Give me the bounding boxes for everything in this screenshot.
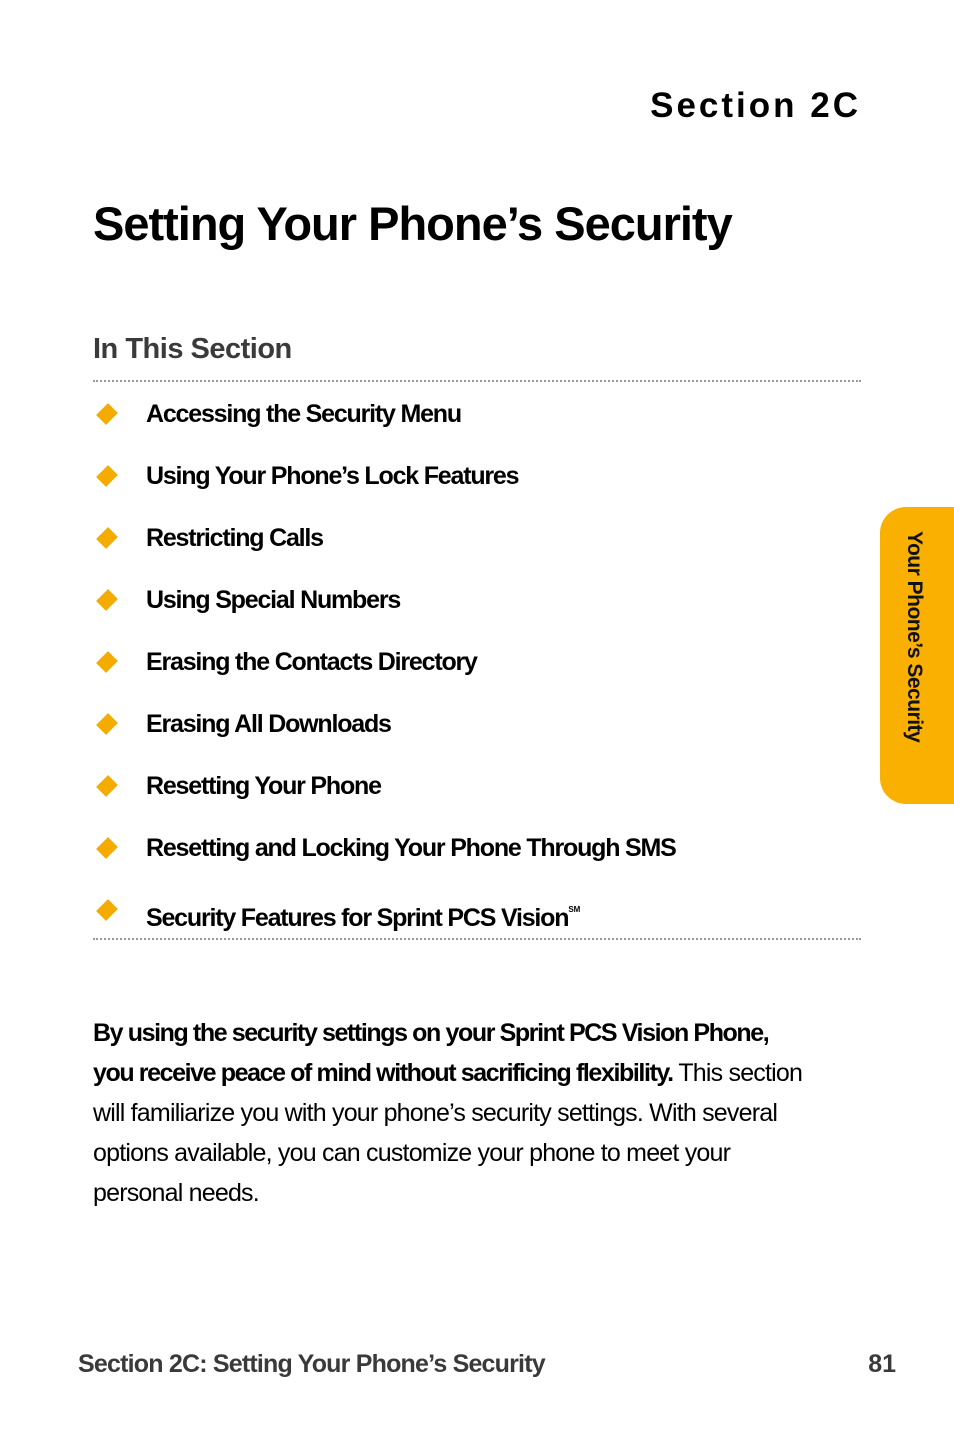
toc-item-label: Using Your Phone’s Lock Features bbox=[146, 462, 520, 490]
toc-item[interactable]: Resetting Your Phone bbox=[93, 767, 676, 829]
toc-item-label: Resetting Your Phone bbox=[146, 772, 382, 800]
toc-item[interactable]: Restricting Calls bbox=[93, 519, 676, 581]
service-mark: SM bbox=[568, 905, 581, 914]
section-label: Section 2C bbox=[650, 86, 861, 125]
diamond-bullet-icon bbox=[96, 527, 118, 549]
toc-item-label: Accessing the Security Menu bbox=[146, 400, 462, 428]
intro-paragraph: By using the security settings on your S… bbox=[93, 1013, 813, 1213]
toc-item-text: Security Features for Sprint PCS VisionS… bbox=[146, 891, 580, 937]
intro-bold-text: By using the security settings on your S… bbox=[93, 1019, 770, 1087]
diamond-bullet-icon bbox=[96, 713, 118, 735]
page-number: 81 bbox=[868, 1350, 896, 1378]
toc-item-label: Restricting Calls bbox=[146, 524, 324, 552]
toc-item[interactable]: Resetting and Locking Your Phone Through… bbox=[93, 829, 677, 891]
footer-title: Section 2C: Setting Your Phone’s Securit… bbox=[78, 1350, 546, 1378]
side-tab: Your Phone’s Security bbox=[880, 507, 954, 804]
toc-heading: In This Section bbox=[93, 333, 292, 365]
diamond-bullet-icon bbox=[96, 403, 118, 425]
page-title: Setting Your Phone’s Security bbox=[93, 197, 733, 250]
diamond-bullet-icon bbox=[96, 651, 118, 673]
diamond-bullet-icon bbox=[96, 775, 118, 797]
toc-item[interactable]: Security Features for Sprint PCS VisionS… bbox=[93, 891, 676, 953]
diamond-bullet-icon bbox=[96, 837, 118, 859]
toc-item-label: Erasing the Contacts Directory bbox=[146, 648, 478, 676]
side-tab-label: Your Phone’s Security bbox=[903, 531, 926, 743]
toc-item-label: Erasing All Downloads bbox=[146, 710, 392, 738]
toc-top-divider bbox=[93, 380, 861, 382]
toc-item-label: Security Features for Sprint PCS Vision bbox=[146, 904, 570, 932]
toc-item[interactable]: Using Your Phone’s Lock Features bbox=[93, 457, 676, 519]
toc-item[interactable]: Accessing the Security Menu bbox=[93, 395, 676, 457]
diamond-bullet-icon bbox=[96, 589, 118, 611]
toc-list: Accessing the Security Menu Using Your P… bbox=[93, 395, 677, 953]
toc-bottom-divider bbox=[93, 938, 861, 940]
toc-item[interactable]: Erasing All Downloads bbox=[93, 705, 676, 767]
toc-item-label: Using Special Numbers bbox=[146, 586, 401, 614]
diamond-bullet-icon bbox=[96, 899, 118, 921]
toc-item[interactable]: Using Special Numbers bbox=[93, 581, 676, 643]
toc-item[interactable]: Erasing the Contacts Directory bbox=[93, 643, 676, 705]
diamond-bullet-icon bbox=[96, 465, 118, 487]
toc-item-label: Resetting and Locking Your Phone Through… bbox=[146, 834, 677, 862]
